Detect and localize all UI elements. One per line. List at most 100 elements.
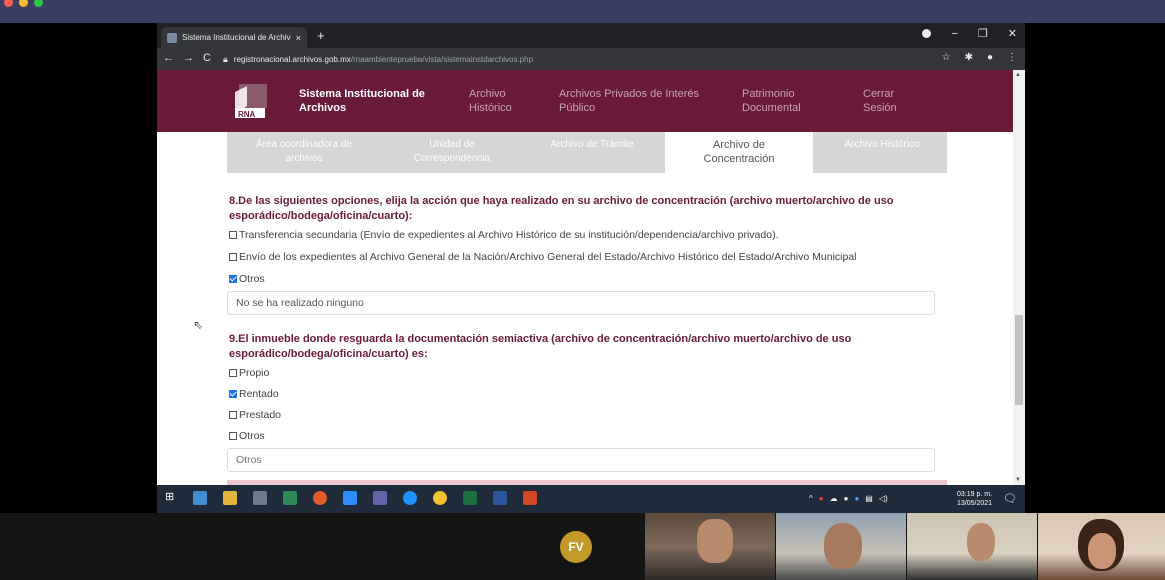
- checkbox-icon[interactable]: [229, 411, 237, 419]
- question-8-title: 8.De las siguientes opciones, elija la a…: [229, 194, 929, 224]
- nav-label-2: Histórico: [469, 102, 512, 114]
- nav-patrimonio-documental[interactable]: Patrimonio Documental: [742, 87, 801, 115]
- minimize-icon[interactable]: −: [951, 28, 957, 40]
- participant-face: [1088, 533, 1116, 569]
- browser-window: Sistema Institucional de Archivos × + − …: [157, 23, 1025, 513]
- q8-option-envio-agn[interactable]: Envío de los expedientes al Archivo Gene…: [229, 251, 857, 263]
- participant-video-1[interactable]: [645, 513, 775, 580]
- checkbox-icon[interactable]: [229, 253, 237, 261]
- tab-archivo-historico[interactable]: Archivo Histórico: [817, 138, 947, 152]
- q9-option-propio[interactable]: Propio: [229, 367, 269, 379]
- tab-archivo-tramite[interactable]: Archivo de Trámite: [527, 138, 657, 152]
- tray-cloud-icon[interactable]: ☁: [830, 494, 838, 503]
- option-label: Propio: [239, 367, 270, 379]
- close-icon[interactable]: ✕: [1008, 27, 1017, 40]
- address-bar[interactable]: 🔒︎ registronacional.archivos.gob.mx/rnaa…: [223, 51, 923, 67]
- tray-volume-icon[interactable]: ◁): [879, 494, 888, 503]
- back-icon[interactable]: ←: [163, 52, 174, 64]
- restore-icon[interactable]: ❐: [978, 27, 988, 40]
- q8-option-otros[interactable]: Otros: [229, 273, 265, 285]
- star-icon[interactable]: ☆: [942, 52, 951, 63]
- checkbox-icon[interactable]: [229, 369, 237, 377]
- profile-icon[interactable]: ●: [987, 52, 993, 63]
- menu-icon[interactable]: ⋮: [1007, 52, 1017, 63]
- participant-video-2[interactable]: [776, 513, 906, 580]
- file-explorer-icon[interactable]: [223, 491, 237, 505]
- q8-option-transferencia[interactable]: Transferencia secundaria (Envío de exped…: [229, 229, 779, 241]
- participant-video-3[interactable]: [907, 513, 1037, 580]
- participant-video-4[interactable]: [1038, 513, 1165, 580]
- tab-area-coordinadora[interactable]: Área coordinadora de archivos: [239, 138, 369, 166]
- tab-label-1: Área coordinadora de: [255, 139, 353, 150]
- windows-start-icon[interactable]: ⊞: [165, 490, 179, 504]
- tab-unidad-correspondencia[interactable]: Unidad de Correspondencia: [387, 138, 517, 166]
- nav-cerrar-sesion[interactable]: Cerrar Sesión: [863, 87, 897, 115]
- scroll-up-icon[interactable]: ▲: [1015, 72, 1021, 78]
- minimize-dot-icon[interactable]: [19, 0, 28, 7]
- clock-time: 03:19 p. m.: [957, 491, 993, 498]
- taskbar-app-icon[interactable]: [283, 491, 297, 505]
- maximize-dot-icon[interactable]: [34, 0, 43, 7]
- checkbox-checked-icon[interactable]: [229, 390, 237, 398]
- chrome-icon[interactable]: [433, 491, 447, 505]
- letterbox-right: [1025, 23, 1165, 513]
- tab-close-icon[interactable]: ×: [296, 33, 301, 43]
- reload-icon[interactable]: C: [203, 52, 211, 64]
- nav-archivos-privados[interactable]: Archivos Privados de Interés Público: [559, 87, 699, 115]
- url-text: registronacional.archivos.gob.mx/rnaambi…: [234, 55, 533, 64]
- clock-date: 13/05/2021: [957, 500, 993, 507]
- checkbox-checked-icon[interactable]: [229, 275, 237, 283]
- tab-label-1: Archivo de Trámite: [550, 139, 634, 150]
- tray-chevron-icon[interactable]: ^: [809, 494, 813, 503]
- system-tray: ^ ● ☁ ● ● ▤ ◁): [809, 494, 888, 503]
- tray-bluetooth-icon[interactable]: ●: [854, 494, 859, 503]
- taskbar-app-icon[interactable]: [313, 491, 327, 505]
- taskbar-app-icon[interactable]: [193, 491, 207, 505]
- q9-option-rentado[interactable]: Rentado: [229, 388, 279, 400]
- toolbar-actions: ☆ ✱ ● ⋮: [942, 52, 1017, 63]
- favicon-icon: [167, 32, 177, 43]
- nav-label-2: Público: [559, 102, 596, 114]
- section-tabs: Área coordinadora de archivos Unidad de …: [227, 132, 947, 173]
- tab-bar: Sistema Institucional de Archivos × + − …: [157, 23, 1025, 48]
- video-strip: FV: [0, 513, 1165, 580]
- page-scrollbar[interactable]: ▲ ▼: [1013, 70, 1025, 485]
- q8-otros-input[interactable]: No se ha realizado ninguno: [227, 291, 935, 315]
- web-page: RNA Sistema Institucional de Archivos Ar…: [157, 70, 1013, 485]
- zoom-icon[interactable]: [343, 491, 357, 505]
- q9-otros-input[interactable]: Otros: [227, 448, 935, 472]
- tab-label-2: archivos: [285, 153, 323, 164]
- excel-icon[interactable]: [463, 491, 477, 505]
- tray-mic-icon[interactable]: ●: [844, 494, 849, 503]
- edge-icon[interactable]: [403, 491, 417, 505]
- tray-network-icon[interactable]: ▤: [865, 494, 873, 503]
- q9-option-prestado[interactable]: Prestado: [229, 409, 281, 421]
- notification-icon[interactable]: 🗨︎: [1003, 492, 1017, 505]
- checkbox-icon[interactable]: [229, 432, 237, 440]
- window-controls: − ❐ ✕: [922, 27, 1017, 40]
- scrollbar-thumb[interactable]: [1015, 315, 1023, 405]
- participant-avatar[interactable]: FV: [560, 531, 592, 563]
- tab-archivo-concentracion[interactable]: Archivo de Concentración: [665, 132, 813, 173]
- new-tab-button[interactable]: +: [317, 28, 325, 43]
- forward-icon[interactable]: →: [183, 52, 194, 64]
- participant-face: [967, 523, 995, 561]
- q9-option-otros[interactable]: Otros: [229, 430, 265, 442]
- acrobat-icon[interactable]: [523, 491, 537, 505]
- browser-tab[interactable]: Sistema Institucional de Archivos ×: [161, 27, 307, 48]
- extensions-icon[interactable]: ✱: [965, 52, 973, 63]
- participant-face: [697, 519, 733, 563]
- checkbox-icon[interactable]: [229, 231, 237, 239]
- scroll-down-icon[interactable]: ▼: [1015, 477, 1021, 483]
- taskbar-app-icon[interactable]: [253, 491, 267, 505]
- close-dot-icon[interactable]: [4, 0, 13, 7]
- taskbar-clock[interactable]: 03:19 p. m. 13/05/2021: [957, 490, 992, 508]
- site-brand[interactable]: Sistema Institucional de Archivos: [299, 87, 425, 115]
- windows-taskbar: ⊞ ^ ● ☁ ● ● ▤ ◁) 03:19 p. m. 13/05/2021 …: [157, 485, 1025, 513]
- teams-icon[interactable]: [373, 491, 387, 505]
- tray-antivirus-icon[interactable]: ●: [819, 494, 824, 503]
- word-icon[interactable]: [493, 491, 507, 505]
- nav-label-1: Cerrar: [863, 88, 895, 100]
- record-icon[interactable]: [922, 29, 932, 38]
- nav-archivo-historico[interactable]: Archivo Histórico: [469, 87, 512, 115]
